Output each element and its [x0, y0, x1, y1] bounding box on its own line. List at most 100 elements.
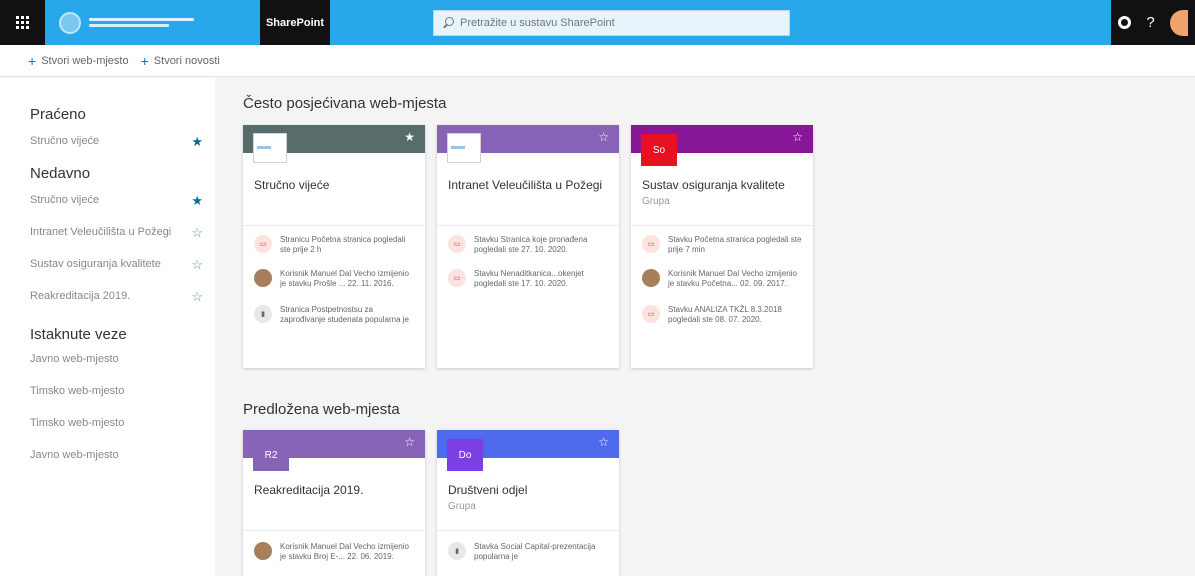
site-card[interactable]: ☆ R2 Reakreditacija 2019. Korisnik Manuel D…	[243, 430, 425, 576]
activity-text: Stavku Nenaditkanica...okenjet pogledali…	[474, 269, 584, 288]
recent-list: Stručno vijeće ★ Intranet Veleučilišta u P…	[30, 192, 215, 304]
site-tile-logo: R2	[253, 439, 289, 471]
site-title[interactable]: Društveni odjel	[448, 483, 527, 497]
activity-item[interactable]: ▭ Stavku Početna stranica pogledali ste p…	[642, 235, 802, 255]
star-filled-icon[interactable]: ★	[191, 135, 203, 148]
document-icon: ▭	[448, 269, 466, 287]
nav-site-item[interactable]: Stručno vijeće ★	[30, 192, 215, 208]
site-title[interactable]: Intranet Veleučilišta u Požegi	[448, 178, 602, 192]
activity-item[interactable]: Korisnik Manuel Dal Vecho izmijenio je s…	[254, 542, 414, 562]
activity-text: Stavka Social Capital-prezentacija popul…	[474, 542, 596, 561]
nav-site-label: Sustav osiguranja kvalitete	[30, 258, 161, 270]
activity-text: Korisnik Manuel Dal Vecho izmijenio je s…	[280, 269, 409, 288]
card-divider	[631, 225, 813, 226]
card-divider	[243, 530, 425, 531]
activity-text: Korisnik Manuel Dal Vecho izmijenio je s…	[668, 269, 797, 288]
featured-links-list: Javno web-mjesto Timsko web-mjesto Timsko …	[30, 353, 215, 465]
app-launcher-icon[interactable]	[0, 0, 45, 45]
star-filled-icon[interactable]: ★	[191, 194, 203, 207]
help-button[interactable]: ?	[1146, 14, 1154, 31]
left-navigation: Praćeno Stručno vijeće ★ Nedavno Stručno …	[0, 78, 215, 576]
activity-text: Stranicu Početna stranica pogledali ste …	[280, 235, 406, 254]
activity-text: Stavku Početna stranica pogledali ste pr…	[668, 235, 802, 254]
site-title[interactable]: Sustav osiguranja kvalitete	[642, 178, 785, 192]
favorite-star-icon[interactable]: ☆	[792, 130, 803, 144]
featured-links-heading: Istaknute veze	[30, 326, 127, 343]
suite-bar: SharePoint ?	[0, 0, 1195, 45]
following-heading: Praćeno	[30, 106, 86, 123]
site-tile-logo: Do	[447, 439, 483, 471]
person-avatar-icon	[254, 542, 272, 560]
following-list: Stručno vijeće ★	[30, 133, 215, 149]
card-divider	[437, 225, 619, 226]
featured-link[interactable]: Javno web-mjesto	[30, 353, 215, 369]
site-logo-image	[253, 133, 287, 163]
activity-item[interactable]: ▭ Stavku ANALIZA TKŽL 8.3.2018 pogledali …	[642, 305, 802, 325]
command-bar: + Stvori web-mjesto + Stvori novosti	[0, 45, 1195, 77]
favorite-star-icon[interactable]: ☆	[598, 435, 609, 449]
seal-icon	[59, 11, 81, 34]
user-avatar[interactable]	[1169, 9, 1188, 36]
nav-site-label: Reakreditacija 2019.	[30, 290, 131, 302]
favorite-star-icon[interactable]: ☆	[598, 130, 609, 144]
star-outline-icon[interactable]: ☆	[191, 258, 203, 271]
activity-item[interactable]: ▭ Stranicu Početna stranica pogledali ste…	[254, 235, 414, 255]
nav-site-label: Stručno vijeće	[30, 194, 100, 206]
site-card[interactable]: ★ Stručno vijeće ▭ Stranicu Početna stranic…	[243, 125, 425, 368]
activity-item[interactable]: Korisnik Manuel Dal Vecho izmijenio je s…	[254, 269, 414, 289]
featured-link[interactable]: Javno web-mjesto	[30, 449, 215, 465]
featured-link[interactable]: Timsko web-mjesto	[30, 417, 215, 433]
card-divider	[437, 530, 619, 531]
nav-site-label: Intranet Veleučilišta u Požegi	[30, 226, 172, 238]
activity-item[interactable]: ▮ Stranica Postpetnostsu za zaprođivanje …	[254, 305, 414, 325]
site-title[interactable]: Reakreditacija 2019.	[254, 483, 363, 497]
document-icon: ▭	[448, 235, 466, 253]
site-card[interactable]: ☆ Do Društveni odjel Grupa ▮ Stavka Social Ca…	[437, 430, 619, 576]
person-avatar-icon	[254, 269, 272, 287]
nav-site-item[interactable]: Sustav osiguranja kvalitete ☆	[30, 256, 215, 272]
star-outline-icon[interactable]: ☆	[191, 226, 203, 239]
nav-site-item[interactable]: Intranet Veleučilišta u Požegi ☆	[30, 224, 215, 240]
site-card[interactable]: ☆ Intranet Veleučilišta u Požegi ▭ Stavku S…	[437, 125, 619, 368]
site-title[interactable]: Stručno vijeće	[254, 178, 329, 192]
activity-text: Stranica Postpetnostsu za zaprođivanje s…	[280, 305, 409, 324]
activity-text: Stavku ANALIZA TKŽL 8.3.2018 pogledali s…	[668, 305, 782, 324]
site-logo-image	[447, 133, 481, 163]
activity-item[interactable]: ▮ Stavka Social Capital-prezentacija popu…	[448, 542, 608, 562]
recent-heading: Nedavno	[30, 165, 91, 182]
activity-item[interactable]: ▭ Stavku Stranica koje pronađena pogledal…	[448, 235, 608, 255]
card-divider	[243, 225, 425, 226]
activity-item[interactable]: Korisnik Manuel Dal Vecho izmijenio je s…	[642, 269, 802, 289]
featured-link[interactable]: Timsko web-mjesto	[30, 385, 215, 401]
plus-icon: +	[140, 52, 149, 69]
search-input[interactable]	[460, 17, 760, 29]
activity-text: Stavku Stranica koje pronađena pogledali…	[474, 235, 588, 254]
site-card[interactable]: ☆ So Sustav osiguranja kvalitete Grupa ▭ Stav…	[631, 125, 813, 368]
favorite-star-icon[interactable]: ★	[404, 130, 415, 144]
chart-icon: ▮	[448, 542, 466, 560]
document-icon: ▭	[254, 235, 272, 253]
nav-site-item[interactable]: Reakreditacija 2019. ☆	[30, 288, 215, 304]
star-outline-icon[interactable]: ☆	[191, 290, 203, 303]
frequent-sites-title: Često posjećivana web-mjesta	[243, 95, 447, 112]
chart-icon: ▮	[254, 305, 272, 323]
sharepoint-brand[interactable]: SharePoint	[260, 0, 330, 45]
document-icon: ▭	[642, 305, 660, 323]
image-placeholder-icon	[451, 146, 465, 149]
person-avatar-icon	[642, 269, 660, 287]
site-subtitle: Grupa	[642, 196, 670, 207]
suite-actions: ?	[1111, 0, 1195, 45]
suggested-sites-title: Predložena web-mjesta	[243, 401, 400, 418]
nav-site-item[interactable]: Stručno vijeće ★	[30, 133, 215, 149]
search-box[interactable]	[433, 10, 790, 36]
settings-gear-icon[interactable]	[1118, 16, 1132, 29]
plus-icon: +	[28, 52, 37, 69]
site-subtitle: Grupa	[448, 501, 476, 512]
activity-item[interactable]: ▭ Stavku Nenaditkanica...okenjet pogledal…	[448, 269, 608, 289]
favorite-star-icon[interactable]: ☆	[404, 435, 415, 449]
organization-logo[interactable]	[45, 0, 215, 45]
search-icon	[442, 17, 454, 29]
document-icon: ▭	[642, 235, 660, 253]
create-news-button[interactable]: + Stvori novosti	[141, 54, 220, 68]
create-site-button[interactable]: + Stvori web-mjesto	[28, 54, 129, 68]
